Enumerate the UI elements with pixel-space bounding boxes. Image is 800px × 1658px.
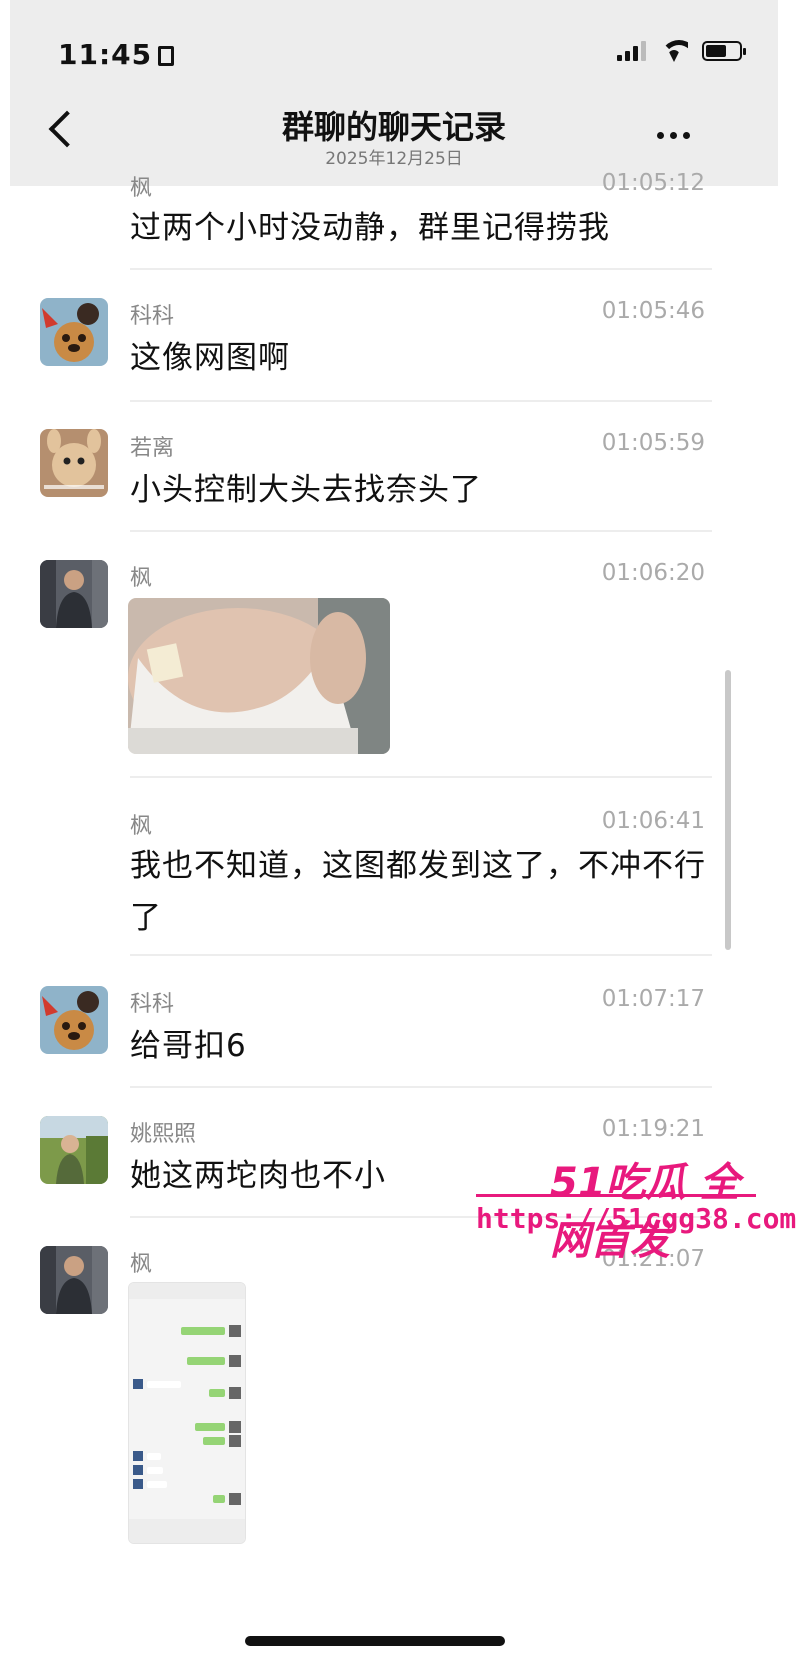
shared-screenshot[interactable] (128, 1282, 246, 1544)
status-time: 11:45 (58, 38, 175, 71)
message-time: 01:19:21 (601, 1116, 705, 1142)
message-time: 01:06:20 (601, 560, 705, 586)
message-sender: 科科 (130, 992, 175, 1017)
more-dot-icon (657, 132, 664, 139)
message-sender: 姚熙照 (130, 1122, 197, 1147)
divider (130, 1086, 712, 1088)
message-text[interactable]: 过两个小时没动静，群里记得捞我 (130, 202, 710, 254)
page-subtitle-date: 2025年12月25日 (325, 149, 463, 169)
divider (130, 268, 712, 270)
avatar[interactable] (40, 429, 108, 497)
divider (130, 776, 712, 778)
message-time: 01:05:59 (601, 430, 705, 456)
message-sender: 枫 (130, 176, 153, 201)
message-sender: 枫 (130, 814, 153, 839)
avatar[interactable] (40, 560, 108, 628)
avatar[interactable] (40, 298, 108, 366)
avatar[interactable] (40, 1246, 108, 1314)
status-time-text: 11:45 (58, 38, 153, 71)
watermark: 51吃瓜 全网首发 https://51cgg38.com (470, 1150, 796, 1264)
message-sender: 枫 (130, 1252, 153, 1277)
divider (130, 400, 712, 402)
message-sender: 科科 (130, 304, 175, 329)
divider (130, 530, 712, 532)
battery-icon (702, 41, 746, 61)
shared-photo[interactable] (128, 598, 390, 754)
message-sender: 枫 (130, 566, 153, 591)
top-bar: 11:45 群聊的聊天记录 2025年12月25日 (10, 0, 778, 186)
watermark-line (476, 1194, 756, 1197)
wifi-icon (660, 40, 688, 62)
watermark-url: https://51cgg38.com (476, 1202, 797, 1235)
status-icons (617, 40, 746, 62)
message-text[interactable]: 小头控制大头去找奈头了 (130, 464, 710, 516)
sim-icon (158, 46, 175, 66)
message-text[interactable]: 这像网图啊 (130, 332, 710, 384)
divider (130, 954, 712, 956)
avatar[interactable] (40, 986, 108, 1054)
message-time: 01:07:17 (601, 986, 705, 1012)
avatar[interactable] (40, 1116, 108, 1184)
message-time: 01:05:46 (601, 298, 705, 324)
more-options-button[interactable] (657, 126, 690, 145)
message-time: 01:06:41 (601, 808, 705, 834)
message-time: 01:05:12 (601, 170, 705, 196)
home-indicator[interactable] (245, 1636, 505, 1646)
scrollbar[interactable] (725, 670, 731, 950)
message-text[interactable]: 我也不知道，这图都发到这了，不冲不行了 (130, 840, 710, 944)
message-text[interactable]: 给哥扣6 (130, 1020, 710, 1072)
signal-icon (617, 41, 646, 61)
message-sender: 若离 (130, 436, 175, 461)
